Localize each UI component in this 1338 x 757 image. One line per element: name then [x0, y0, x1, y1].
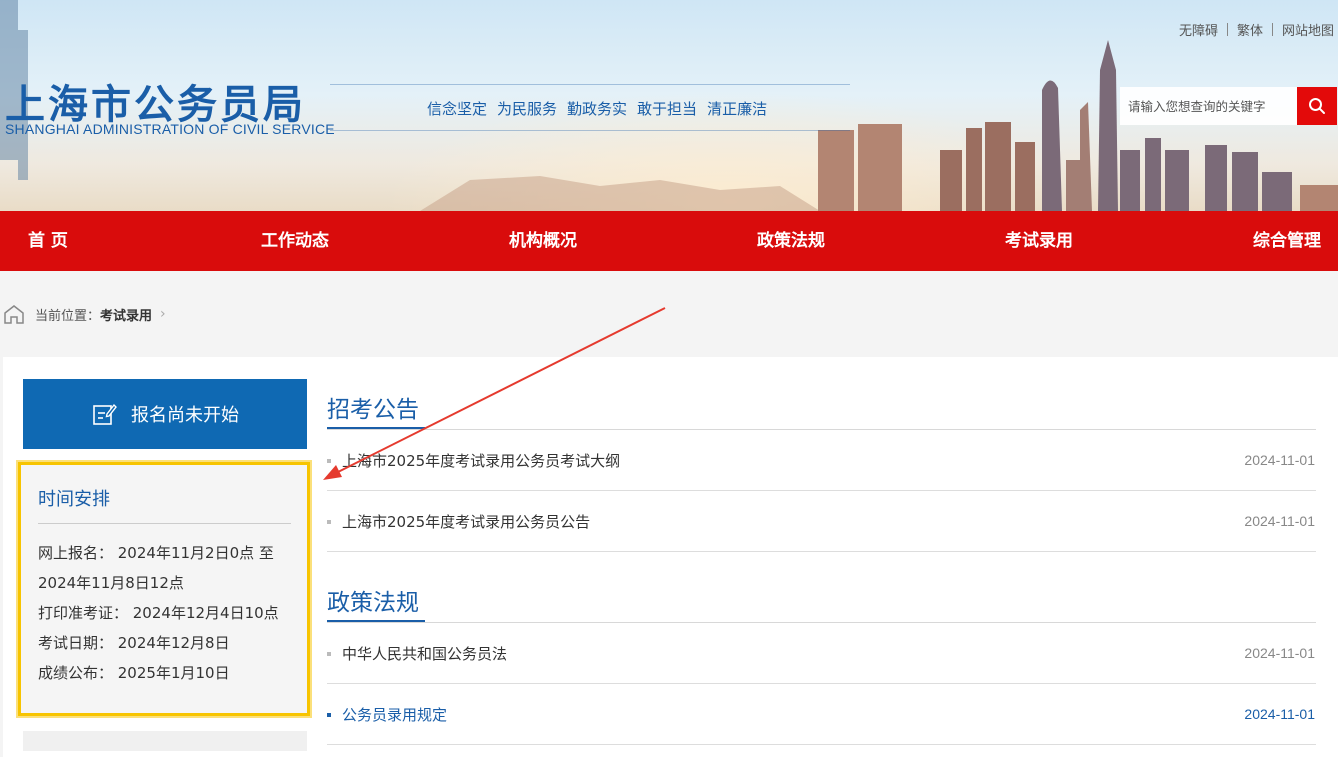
bullet-icon	[327, 713, 331, 717]
schedule-line: 网上报名： 2024年11月2日0点 至	[38, 544, 274, 562]
list-item-date: 2024-11-01	[1244, 706, 1315, 722]
list-item[interactable]: 公务员录用规定 2024-11-01	[327, 684, 1316, 745]
divider	[1226, 23, 1228, 36]
list-item-title[interactable]: 中华人民共和国公务员法	[342, 643, 507, 664]
schedule-line: 打印准考证： 2024年12月4日10点	[38, 604, 279, 622]
motto-item: 敢于担当	[637, 100, 698, 118]
search-box	[1120, 87, 1337, 125]
motto-divider-bottom	[330, 130, 850, 131]
main-nav: 首 页 工作动态 机构概况 政策法规 考试录用 综合管理	[0, 211, 1338, 271]
list-item-title[interactable]: 上海市2025年度考试录用公务员考试大纲	[342, 450, 620, 471]
schedule-line: 成绩公布： 2025年1月10日	[38, 664, 230, 682]
schedule-title: 时间安排	[38, 485, 291, 524]
bullet-icon	[327, 652, 331, 656]
sitemap-link[interactable]: 网站地图	[1282, 20, 1334, 39]
list-item[interactable]: 上海市2025年度考试录用公务员公告 2024-11-01	[327, 491, 1316, 552]
bullet-icon	[327, 520, 331, 524]
nav-item-policy[interactable]: 政策法规	[757, 211, 825, 271]
nav-item-organization[interactable]: 机构概况	[509, 211, 577, 271]
schedule-box: 时间安排 网上报名： 2024年11月2日0点 至 2024年11月8日12点 …	[18, 462, 310, 716]
chevron-right-icon: ›	[160, 306, 166, 322]
traditional-chinese-link[interactable]: 繁体	[1237, 20, 1263, 39]
motto-item: 清正廉洁	[707, 100, 768, 118]
section-title-policies[interactable]: 政策法规	[327, 583, 419, 617]
list-item-date: 2024-11-01	[1244, 645, 1315, 661]
motto-item: 勤政务实	[567, 100, 628, 118]
list-item-title[interactable]: 上海市2025年度考试录用公务员公告	[342, 511, 590, 532]
list-item[interactable]: 上海市2025年度考试录用公务员考试大纲 2024-11-01	[327, 430, 1316, 491]
motto-item: 为民服务	[497, 100, 558, 118]
nav-item-home[interactable]: 首 页	[28, 211, 68, 271]
motto-slogans: 信念坚定 为民服务 勤政务实 敢于担当 清正廉洁	[427, 98, 767, 119]
nav-item-exam-recruitment[interactable]: 考试录用	[1005, 211, 1073, 271]
edit-form-icon	[93, 403, 117, 425]
breadcrumb-current[interactable]: 考试录用	[100, 305, 152, 324]
breadcrumb: 当前位置： 考试录用 ›	[3, 303, 166, 325]
bullet-icon	[327, 459, 331, 463]
search-input[interactable]	[1120, 87, 1297, 125]
sidebar-next-block	[23, 731, 307, 751]
breadcrumb-prefix: 当前位置：	[35, 308, 101, 324]
nav-item-work-news[interactable]: 工作动态	[261, 211, 329, 271]
search-button[interactable]	[1297, 87, 1337, 125]
list-item-date: 2024-11-01	[1244, 513, 1315, 529]
schedule-line: 2024年11月8日12点	[38, 574, 184, 592]
top-links: 无障碍 繁体 网站地图	[1179, 20, 1334, 39]
motto-divider-top	[330, 84, 850, 85]
site-header: 上海市公务员局 SHANGHAI ADMINISTRATION OF CIVIL…	[0, 0, 1338, 211]
section-title-underline	[327, 427, 425, 429]
schedule-body: 网上报名： 2024年11月2日0点 至 2024年11月8日12点 打印准考证…	[38, 538, 291, 688]
accessibility-link[interactable]: 无障碍	[1179, 20, 1218, 39]
registration-status-button[interactable]: 报名尚未开始	[23, 379, 307, 449]
list-item-title[interactable]: 公务员录用规定	[342, 704, 447, 725]
nav-item-general-management[interactable]: 综合管理	[1253, 211, 1321, 271]
site-logo-subtitle[interactable]: SHANGHAI ADMINISTRATION OF CIVIL SERVICE	[5, 121, 335, 137]
motto-item: 信念坚定	[427, 100, 488, 118]
list-item[interactable]: 中华人民共和国公务员法 2024-11-01	[327, 623, 1316, 684]
divider	[1271, 23, 1273, 36]
list-item-date: 2024-11-01	[1244, 452, 1315, 468]
section-title-underline	[327, 620, 425, 622]
registration-status-label: 报名尚未开始	[131, 405, 239, 426]
schedule-line: 考试日期： 2024年12月8日	[38, 634, 230, 652]
home-icon[interactable]	[3, 303, 25, 325]
section-title-announcements[interactable]: 招考公告	[327, 390, 419, 424]
search-icon	[1309, 98, 1325, 114]
